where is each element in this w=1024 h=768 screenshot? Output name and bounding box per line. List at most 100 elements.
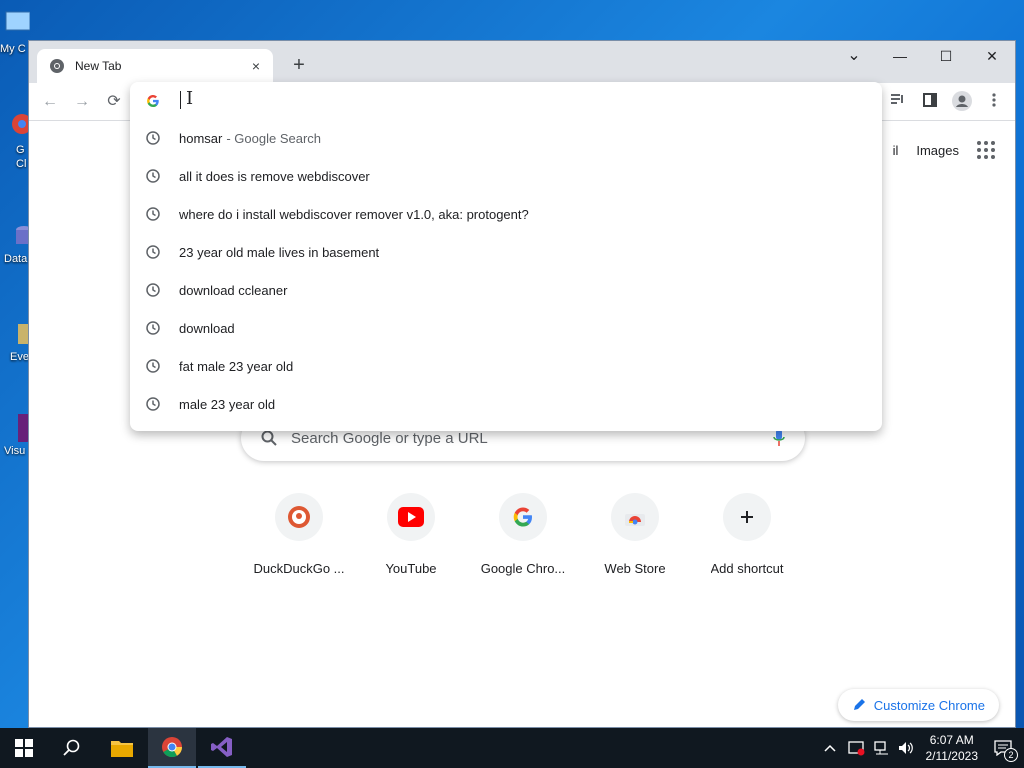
text-cursor (180, 91, 181, 109)
microphone-icon[interactable] (773, 429, 785, 447)
images-link[interactable]: Images (916, 143, 959, 158)
tab-search-button[interactable]: ⌄ (831, 41, 877, 71)
event-viewer-shortcut-icon (18, 324, 30, 344)
history-clock-icon (146, 131, 160, 145)
plus-icon (741, 511, 753, 523)
chevron-up-icon[interactable] (823, 744, 836, 752)
search-icon (261, 430, 277, 446)
desktop-icon-label: G Cl (16, 144, 27, 170)
visual-studio-shortcut-icon (18, 414, 32, 448)
desktop-icon-label: Visu (4, 445, 26, 457)
tab-new-tab[interactable]: New Tab × (37, 49, 273, 83)
desktop-icon-data[interactable]: Data (0, 220, 32, 265)
suggestion-item[interactable]: 23 year old male lives in basement (130, 233, 882, 271)
tab-close-icon[interactable]: × (247, 58, 265, 74)
history-clock-icon (146, 169, 160, 183)
desktop-icon-google-chrome[interactable]: G Cl (0, 110, 32, 171)
google-icon (513, 507, 532, 527)
customize-label: Customize Chrome (873, 697, 985, 713)
suggestion-text: download ccleaner (179, 282, 288, 298)
shortcut-icon-wrap (387, 493, 435, 541)
suggestion-item[interactable]: download (130, 309, 882, 347)
shortcut-icon-wrap (275, 493, 323, 541)
side-panel-icon[interactable] (919, 91, 941, 113)
address-bar[interactable] (130, 82, 882, 120)
shortcut-icon-wrap (611, 493, 659, 541)
suggestion-item[interactable]: male 23 year old (130, 385, 882, 423)
volume-icon[interactable] (898, 741, 914, 755)
media-control-icon[interactable] (887, 91, 909, 113)
database-shortcut-icon (16, 226, 32, 244)
chrome-icon (162, 737, 183, 758)
tab-strip: New Tab × + ⌄ — ☐ ✕ (29, 41, 1015, 83)
history-clock-icon (146, 321, 160, 335)
suggestion-text: homsar (179, 130, 223, 146)
minimize-button[interactable]: — (877, 41, 923, 71)
desktop-icon-event-viewer[interactable]: Eve (0, 318, 30, 363)
taskbar-clock[interactable]: 6:07 AM 2/11/2023 (926, 732, 979, 764)
history-clock-icon (146, 397, 160, 411)
taskbar-visual-studio[interactable] (198, 728, 246, 768)
taskbar-search-button[interactable] (48, 728, 96, 768)
suggestion-item[interactable]: all it does is remove webdiscover (130, 157, 882, 195)
duckduckgo-icon (288, 506, 310, 528)
suggestion-list: homsar - Google Search all it does is re… (130, 119, 882, 423)
shortcut-icon-wrap (723, 493, 771, 541)
desktop-icon-label: Eve (10, 351, 29, 363)
visual-studio-icon (211, 737, 232, 757)
suggestion-item[interactable]: fat male 23 year old (130, 347, 882, 385)
google-g-icon (147, 94, 159, 108)
start-button[interactable] (0, 728, 48, 768)
desktop-icon-visual-studio[interactable]: Visu (0, 412, 32, 457)
suggestion-item[interactable]: download ccleaner (130, 271, 882, 309)
shortcut-label: Add shortcut (710, 561, 784, 576)
notification-count-badge: 2 (1004, 748, 1018, 762)
desktop-icon-label: Data (4, 253, 28, 265)
suggestion-text: where do i install webdiscover remover v… (179, 206, 529, 222)
clock-time: 6:07 AM (929, 733, 974, 747)
maximize-button[interactable]: ☐ (923, 41, 969, 71)
youtube-icon (398, 507, 424, 527)
history-clock-icon (146, 283, 160, 297)
action-center-button[interactable]: 2 (988, 728, 1018, 768)
shortcut-duckduckgo[interactable]: DuckDuckGo ... (243, 493, 355, 576)
shortcut-label: Google Chro... (480, 561, 566, 576)
forward-button[interactable]: → (71, 91, 93, 113)
suggestion-item[interactable]: homsar - Google Search (130, 119, 882, 157)
close-window-button[interactable]: ✕ (969, 41, 1015, 71)
taskbar: 6:07 AM 2/11/2023 2 (0, 728, 1024, 768)
taskbar-chrome[interactable] (148, 728, 196, 768)
shortcut-label: YouTube (385, 561, 437, 576)
computer-icon (5, 11, 31, 31)
gmail-link[interactable]: il (893, 143, 899, 158)
shortcut-label: DuckDuckGo ... (253, 561, 345, 576)
suggestion-item[interactable]: where do i install webdiscover remover v… (130, 195, 882, 233)
desktop-icon-my-computer[interactable]: My C (0, 10, 31, 55)
google-apps-icon[interactable] (977, 141, 995, 159)
shortcut-web-store[interactable]: Web Store (579, 493, 691, 576)
windows-logo-icon (15, 739, 33, 757)
suggestion-text: download (179, 320, 235, 336)
profile-avatar[interactable] (951, 91, 973, 113)
windows-security-icon[interactable] (847, 740, 866, 756)
omnibox-dropdown: I homsar - Google Search all it does is … (130, 82, 882, 431)
more-options-icon[interactable] (983, 91, 1005, 113)
shortcut-add[interactable]: Add shortcut (691, 493, 803, 576)
suggestion-text: male 23 year old (179, 396, 276, 412)
webstore-icon (625, 514, 645, 526)
network-icon[interactable] (873, 741, 890, 755)
pencil-icon (853, 699, 865, 710)
ntp-header-links: il Images (893, 141, 995, 159)
customize-chrome-button[interactable]: Customize Chrome (837, 689, 999, 721)
history-clock-icon (146, 359, 160, 373)
history-clock-icon (146, 207, 160, 221)
suggestion-suffix: - Google Search (226, 130, 322, 146)
new-tab-button[interactable]: + (287, 53, 311, 77)
system-tray: 6:07 AM 2/11/2023 2 (823, 728, 1024, 768)
reload-button[interactable]: ⟳ (103, 91, 125, 113)
shortcut-youtube[interactable]: YouTube (355, 493, 467, 576)
shortcut-google-chrome[interactable]: Google Chro... (467, 493, 579, 576)
taskbar-file-explorer[interactable] (98, 728, 146, 768)
desktop-icon-label: My C (0, 43, 26, 55)
back-button[interactable]: ← (39, 91, 61, 113)
